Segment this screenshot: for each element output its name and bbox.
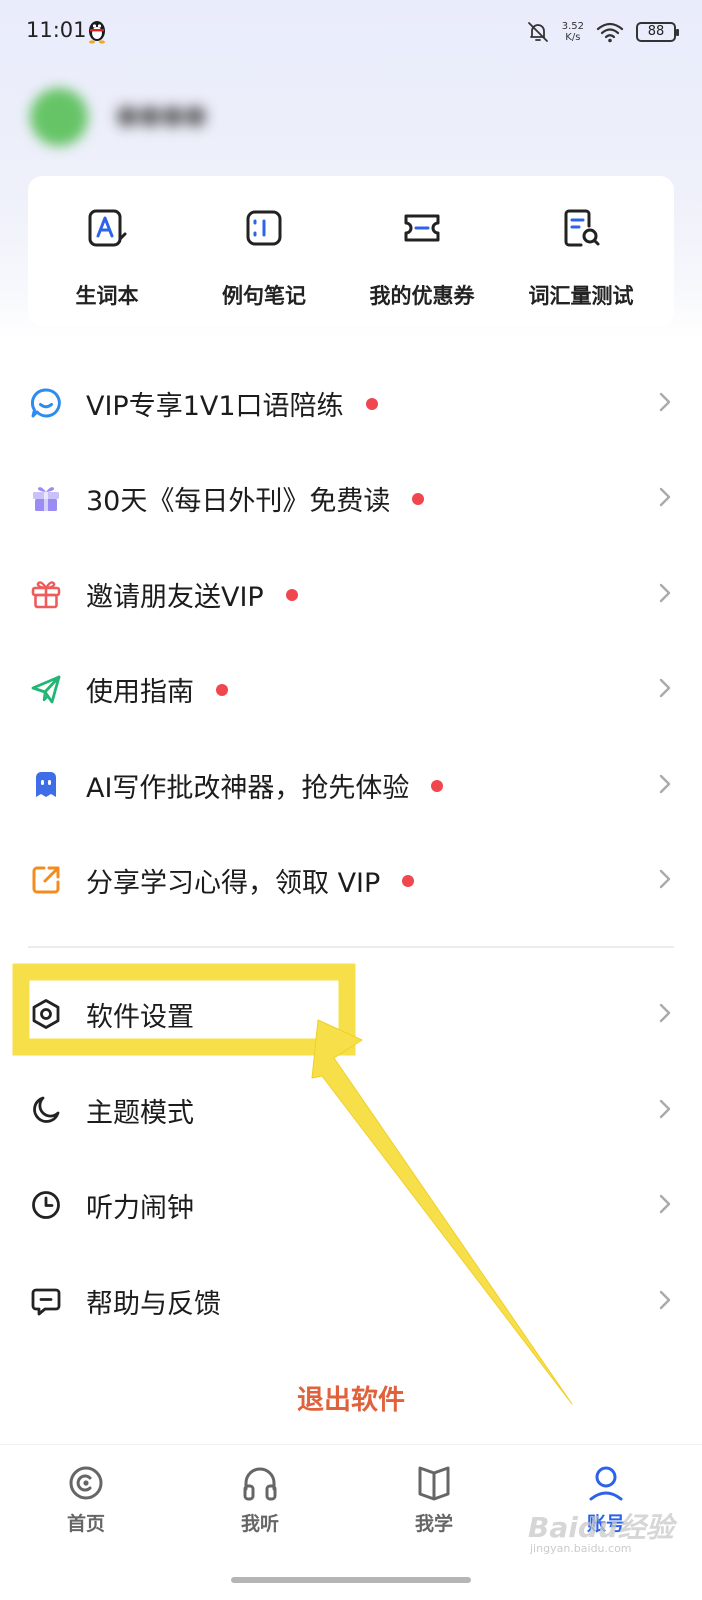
- new-badge-dot: [216, 683, 228, 696]
- section-divider: [28, 946, 674, 948]
- new-badge-dot: [402, 874, 415, 887]
- account-icon: [589, 1466, 623, 1501]
- chevron-right-icon: [659, 1290, 671, 1310]
- robot-icon: [36, 772, 56, 797]
- chevron-right-icon: [659, 774, 671, 794]
- menu-item-label: 听力闹钟: [86, 1193, 194, 1224]
- new-badge-dot: [365, 397, 378, 410]
- feedback-icon: [31, 1288, 61, 1316]
- vocab-test-icon: [564, 209, 600, 247]
- quick-tool-sentence-notes[interactable]: 例句笔记: [189, 206, 339, 310]
- chevron-right-icon: [659, 487, 671, 507]
- battery-indicator: 88: [636, 22, 679, 42]
- menu-item-label: AI写作批改神器，抢先体验: [86, 773, 410, 804]
- moon-icon: [33, 1096, 60, 1123]
- gift-icon: [31, 581, 61, 609]
- gift-box-icon: [33, 487, 59, 511]
- chevron-right-icon: [659, 1194, 671, 1214]
- sentence-notes-icon: [246, 210, 282, 246]
- qq-penguin-icon: [89, 21, 105, 44]
- nav-tab-home[interactable]: 首页: [26, 1463, 146, 1536]
- menu-item-user-guide[interactable]: 使用指南: [0, 640, 702, 736]
- menu-item-label: 邀请朋友送VIP: [86, 582, 264, 613]
- menu-item-listening-alarm[interactable]: 听力闹钟: [0, 1156, 702, 1252]
- settings-hexagon-icon: [32, 999, 60, 1029]
- chevron-right-icon: [659, 392, 671, 412]
- quick-tools-card: 生词本 例句笔记 我的优惠券 词汇量测试: [28, 176, 674, 326]
- new-badge-dot: [285, 588, 298, 601]
- vocabulary-book-icon: [88, 209, 127, 247]
- paper-plane-icon: [31, 675, 61, 704]
- watermark: Baidu经验: [528, 1511, 674, 1544]
- coupon-icon: [404, 214, 440, 242]
- menu-item-ai-writing[interactable]: AI写作批改神器，抢先体验: [0, 736, 702, 832]
- status-right: 3.52 K/s 88: [526, 18, 679, 46]
- menu-item-vip-speaking[interactable]: VIP专享1V1口语陪练: [0, 354, 702, 450]
- menu-item-label: 30天《每日外刊》免费读: [86, 486, 391, 517]
- bell-muted-icon: [527, 22, 548, 42]
- quick-tool-coupon[interactable]: 我的优惠券: [347, 206, 497, 310]
- menu-item-label: VIP专享1V1口语陪练: [86, 391, 344, 422]
- headphones-icon: [243, 1467, 277, 1501]
- status-bar: 11:01 3.52 K/s 88: [0, 0, 702, 64]
- chevron-right-icon: [659, 583, 671, 603]
- watermark-sub: jingyan.baidu.com: [530, 1542, 632, 1555]
- menu-item-share-experience[interactable]: 分享学习心得，领取 VIP: [0, 831, 702, 927]
- nav-tab-listen[interactable]: 我听: [200, 1463, 320, 1536]
- new-badge-dot: [412, 492, 425, 505]
- avatar[interactable]: [30, 88, 88, 146]
- home-indicator: [231, 1577, 471, 1583]
- share-icon: [32, 866, 60, 894]
- wifi-icon: [596, 22, 624, 43]
- menu-item-label: 软件设置: [86, 1002, 194, 1033]
- chevron-right-icon: [659, 1003, 671, 1023]
- menu-item-label: 主题模式: [86, 1098, 194, 1129]
- chat-bubble-icon: [30, 388, 61, 418]
- network-speed: 3.52 K/s: [561, 21, 584, 43]
- menu-item-label: 使用指南: [86, 677, 194, 708]
- status-time: 11:01: [26, 18, 87, 42]
- chevron-right-icon: [659, 869, 671, 889]
- logout-button[interactable]: 退出软件: [0, 1378, 702, 1417]
- menu-item-help-feedback[interactable]: 帮助与反馈: [0, 1252, 702, 1348]
- menu-item-daily-journal[interactable]: 30天《每日外刊》免费读: [0, 449, 702, 545]
- clock-icon: [32, 1191, 60, 1219]
- nav-tab-learn[interactable]: 我学: [374, 1463, 494, 1536]
- menu-item-theme-mode[interactable]: 主题模式: [0, 1061, 702, 1157]
- menu-item-label: 分享学习心得，领取 VIP: [86, 868, 381, 899]
- menu-item-software-settings[interactable]: 软件设置: [0, 965, 702, 1061]
- menu-item-invite-friends[interactable]: 邀请朋友送VIP: [0, 545, 702, 641]
- quick-tool-vocab-test[interactable]: 词汇量测试: [506, 206, 656, 310]
- username[interactable]: ●●●●: [116, 100, 207, 130]
- home-icon: [69, 1466, 103, 1500]
- chevron-right-icon: [659, 1099, 671, 1119]
- book-icon: [418, 1466, 450, 1501]
- menu-item-label: 帮助与反馈: [86, 1289, 221, 1320]
- new-badge-dot: [431, 779, 444, 792]
- quick-tool-vocabulary-book[interactable]: 生词本: [32, 206, 182, 310]
- chevron-right-icon: [659, 678, 671, 698]
